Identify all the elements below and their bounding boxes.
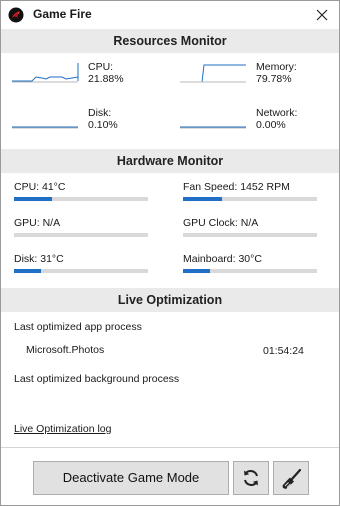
window-title: Game Fire — [33, 7, 92, 21]
last-app-process-name: Microsoft.Photos — [26, 344, 105, 356]
network-value: 0.00% — [256, 119, 286, 131]
live-optimization-log-link[interactable]: Live Optimization log — [14, 423, 111, 435]
footer-divider — [1, 447, 339, 448]
hw-disk-temp-bar — [14, 269, 148, 273]
game-fire-logo-icon — [8, 7, 24, 23]
last-background-process-label: Last optimized background process — [14, 373, 180, 385]
hw-fan-speed-bar — [183, 197, 317, 201]
network-monitor: Network: 0.00% — [180, 107, 330, 143]
memory-monitor: Memory: 79.78% — [180, 61, 330, 97]
cpu-label: CPU: — [88, 61, 114, 73]
disk-monitor: Disk: 0.10% — [12, 107, 162, 143]
hardware-monitor-header: Hardware Monitor — [1, 149, 339, 173]
network-usage-graph — [180, 126, 246, 129]
memory-label: Memory: — [256, 61, 297, 73]
memory-value: 79.78% — [256, 73, 292, 85]
live-optimization-header: Live Optimization — [1, 288, 339, 312]
hw-cpu-temp-fill — [14, 197, 52, 201]
deactivate-game-mode-button[interactable]: Deactivate Game Mode — [33, 461, 229, 495]
hw-disk-temp-fill — [14, 269, 41, 273]
cpu-monitor: CPU: 21.88% — [12, 61, 162, 97]
hw-mainboard-temp-label: Mainboard: 30°C — [183, 253, 262, 265]
hw-fan-speed: Fan Speed: 1452 RPM — [183, 181, 319, 201]
disk-label: Disk: — [88, 107, 112, 119]
hw-cpu-temp-bar — [14, 197, 148, 201]
hw-gpu-clock-label: GPU Clock: N/A — [183, 217, 259, 229]
close-icon — [316, 9, 328, 21]
hw-fan-speed-fill — [183, 197, 222, 201]
last-app-process-label: Last optimized app process — [14, 321, 142, 333]
hw-disk-temp-label: Disk: 31°C — [14, 253, 64, 265]
cpu-usage-graph — [12, 63, 79, 83]
hw-gpu-temp-bar — [14, 233, 148, 237]
resources-monitor-header: Resources Monitor — [1, 29, 339, 53]
hw-fan-speed-label: Fan Speed: 1452 RPM — [183, 181, 290, 193]
last-app-process-time: 01:54:24 — [263, 345, 304, 357]
hw-gpu-clock: GPU Clock: N/A — [183, 217, 319, 237]
hw-mainboard-temp-fill — [183, 269, 210, 273]
refresh-icon — [244, 470, 258, 486]
title-bar[interactable]: Game Fire — [1, 1, 339, 29]
disk-usage-graph — [12, 126, 78, 129]
hw-gpu-clock-bar — [183, 233, 317, 237]
cpu-value: 21.88% — [88, 73, 124, 85]
close-button[interactable] — [311, 4, 333, 26]
memory-usage-graph — [180, 64, 246, 83]
network-label: Network: — [256, 107, 298, 119]
hw-mainboard-temp: Mainboard: 30°C — [183, 253, 319, 273]
broom-icon — [282, 468, 302, 489]
hw-gpu-temp: GPU: N/A — [14, 217, 150, 237]
disk-value: 0.10% — [88, 119, 118, 131]
hw-cpu-temp: CPU: 41°C — [14, 181, 150, 201]
clean-button[interactable] — [273, 461, 309, 495]
hw-cpu-temp-label: CPU: 41°C — [14, 181, 66, 193]
app-window: Game Fire Resources Monitor CPU: 21.88% … — [0, 0, 340, 506]
hw-mainboard-temp-bar — [183, 269, 317, 273]
refresh-button[interactable] — [233, 461, 269, 495]
hw-gpu-temp-label: GPU: N/A — [14, 217, 61, 229]
hw-disk-temp: Disk: 31°C — [14, 253, 150, 273]
